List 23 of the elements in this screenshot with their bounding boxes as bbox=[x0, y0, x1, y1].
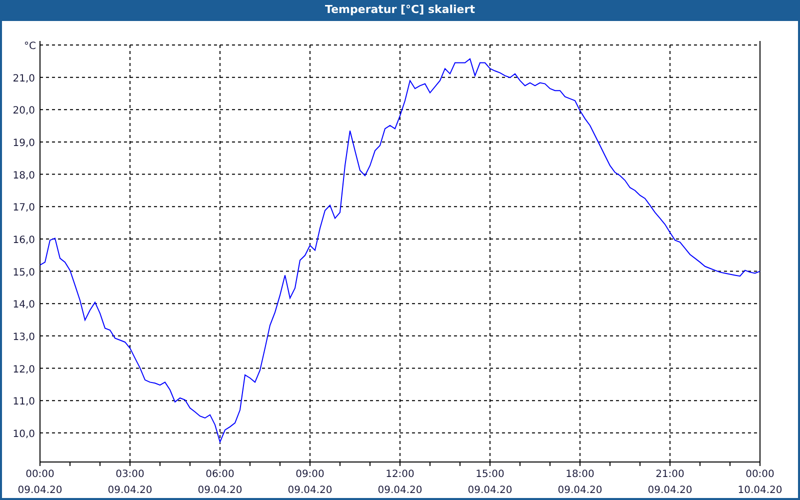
x-tick-label: 00:00 09.04.20 bbox=[18, 469, 62, 496]
y-tick-label: 10,0 bbox=[12, 428, 35, 440]
y-tick-label: 18,0 bbox=[12, 170, 35, 182]
x-tick-label: 09:00 09.04.20 bbox=[288, 469, 332, 496]
y-axis-unit: °C bbox=[24, 41, 36, 52]
y-tick-label: 16,0 bbox=[12, 234, 35, 246]
y-tick-label: 13,0 bbox=[12, 332, 35, 343]
y-tick-label: 12,0 bbox=[12, 364, 35, 376]
y-tick-label: 17,0 bbox=[12, 202, 35, 214]
x-tick-label: 18:00 09.04.20 bbox=[558, 469, 602, 496]
x-tick-label: 15:00 09.04.20 bbox=[468, 469, 512, 496]
y-tick-label: 15,0 bbox=[12, 267, 35, 278]
x-tick-label: 06:00 09.04.20 bbox=[198, 469, 242, 496]
x-tick-label: 00:00 10.04.20 bbox=[738, 469, 782, 496]
y-tick-label: 19,0 bbox=[12, 138, 35, 149]
y-tick-label: 20,0 bbox=[12, 106, 35, 117]
y-tick-label: 14,0 bbox=[12, 300, 35, 311]
x-tick-label: 21:00 09.04.20 bbox=[648, 469, 692, 496]
x-tick-label: 03:00 09.04.20 bbox=[108, 469, 152, 496]
y-tick-label: 21,0 bbox=[12, 73, 35, 84]
y-tick-label: 11,0 bbox=[12, 396, 35, 408]
window-title: Temperatur [°C] skaliert bbox=[325, 2, 475, 18]
x-tick-label: 12:00 09.04.20 bbox=[378, 469, 422, 496]
